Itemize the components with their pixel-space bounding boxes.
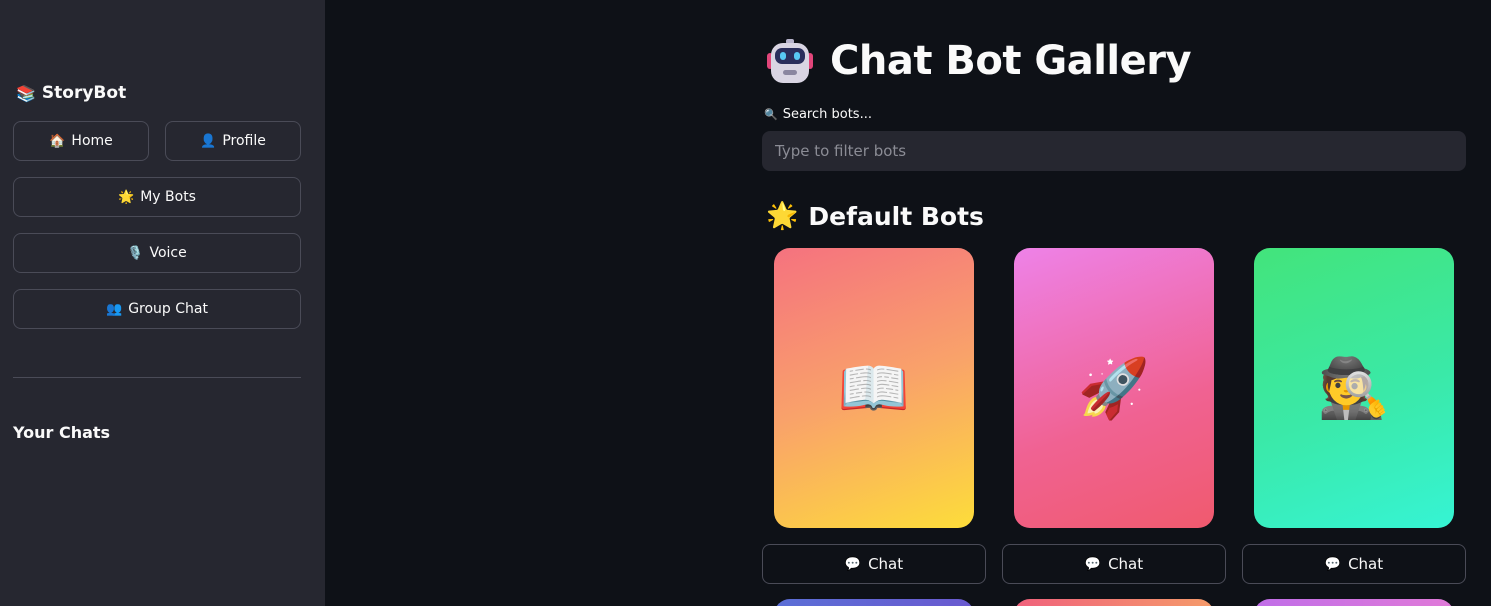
my-bots-button[interactable]: 🌟 My Bots bbox=[13, 177, 301, 217]
detective-icon: 🕵️ bbox=[1317, 353, 1391, 422]
user-icon: 👤 bbox=[200, 133, 217, 149]
robot-icon bbox=[766, 38, 814, 84]
star-icon: 🌟 bbox=[118, 189, 135, 205]
home-button[interactable]: 🏠 Home bbox=[13, 121, 149, 161]
section-title: 🌟 Default Bots bbox=[766, 199, 984, 233]
chat-button[interactable]: 💬 Chat bbox=[762, 544, 986, 584]
house-icon: 🏠 bbox=[49, 133, 66, 149]
magnifier-icon: 🔍 bbox=[764, 108, 778, 121]
page-title-text: Chat Bot Gallery bbox=[830, 38, 1192, 84]
open-book-icon: 📖 bbox=[837, 353, 911, 422]
group-chat-button[interactable]: 👥 Group Chat bbox=[13, 289, 301, 329]
app-root: 📚 StoryBot 🏠 Home 👤 Profile 🌟 My Bots 🎙️… bbox=[0, 0, 1491, 606]
bot-card-next-row[interactable] bbox=[1014, 599, 1214, 606]
chat-button-label: Chat bbox=[1348, 555, 1384, 573]
search-label: 🔍 Search bots... bbox=[764, 107, 872, 122]
group-chat-button-label: Group Chat bbox=[128, 301, 208, 317]
rocket-icon: 🚀 bbox=[1077, 353, 1151, 422]
sidebar-brand: 📚 StoryBot bbox=[16, 82, 126, 104]
speech-bubble-icon: 💬 bbox=[1084, 556, 1102, 572]
section-title-text: Default Bots bbox=[808, 201, 984, 231]
voice-button-label: Voice bbox=[149, 245, 187, 261]
page-title: Chat Bot Gallery bbox=[766, 36, 1192, 86]
home-button-label: Home bbox=[71, 133, 113, 149]
brand-label: StoryBot bbox=[41, 83, 127, 103]
sidebar: 📚 StoryBot 🏠 Home 👤 Profile 🌟 My Bots 🎙️… bbox=[0, 0, 325, 606]
sidebar-divider bbox=[13, 377, 301, 378]
search-input[interactable] bbox=[762, 131, 1466, 171]
your-chats-heading: Your Chats bbox=[13, 423, 111, 442]
chat-button-label: Chat bbox=[1108, 555, 1144, 573]
books-icon: 📚 bbox=[16, 83, 36, 103]
my-bots-button-label: My Bots bbox=[140, 189, 196, 205]
bot-card-space[interactable]: 🚀 bbox=[1014, 248, 1214, 528]
bot-card-next-row[interactable] bbox=[774, 599, 974, 606]
chat-button[interactable]: 💬 Chat bbox=[1242, 544, 1466, 584]
speech-bubble-icon: 💬 bbox=[1324, 556, 1342, 572]
voice-button[interactable]: 🎙️ Voice bbox=[13, 233, 301, 273]
bot-card-storyteller[interactable]: 📖 bbox=[774, 248, 974, 528]
chat-button[interactable]: 💬 Chat bbox=[1002, 544, 1226, 584]
speech-bubble-icon: 💬 bbox=[844, 556, 862, 572]
chat-button-label: Chat bbox=[868, 555, 904, 573]
star-icon: 🌟 bbox=[766, 201, 799, 231]
microphone-icon: 🎙️ bbox=[127, 245, 144, 261]
bot-card-detective[interactable]: 🕵️ bbox=[1254, 248, 1454, 528]
profile-button-label: Profile bbox=[222, 133, 266, 149]
bot-card-next-row[interactable] bbox=[1254, 599, 1454, 606]
search-label-text: Search bots... bbox=[782, 107, 872, 122]
profile-button[interactable]: 👤 Profile bbox=[165, 121, 301, 161]
users-icon: 👥 bbox=[106, 301, 123, 317]
